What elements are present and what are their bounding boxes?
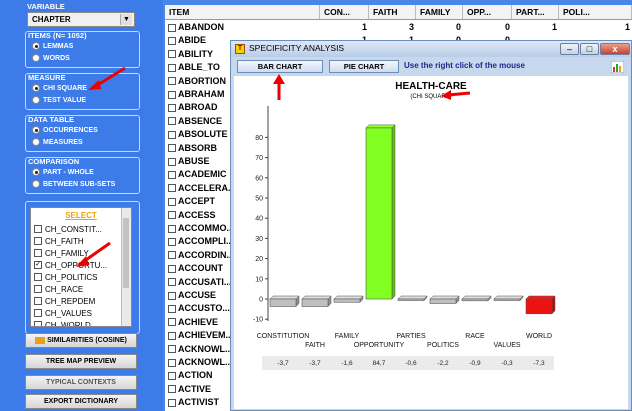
arrow-bar-chart (273, 74, 285, 100)
arrow-measure (88, 66, 126, 90)
arrow-title (441, 90, 471, 100)
annotation-arrows (76, 66, 471, 267)
arrow-opportunity (76, 241, 111, 267)
